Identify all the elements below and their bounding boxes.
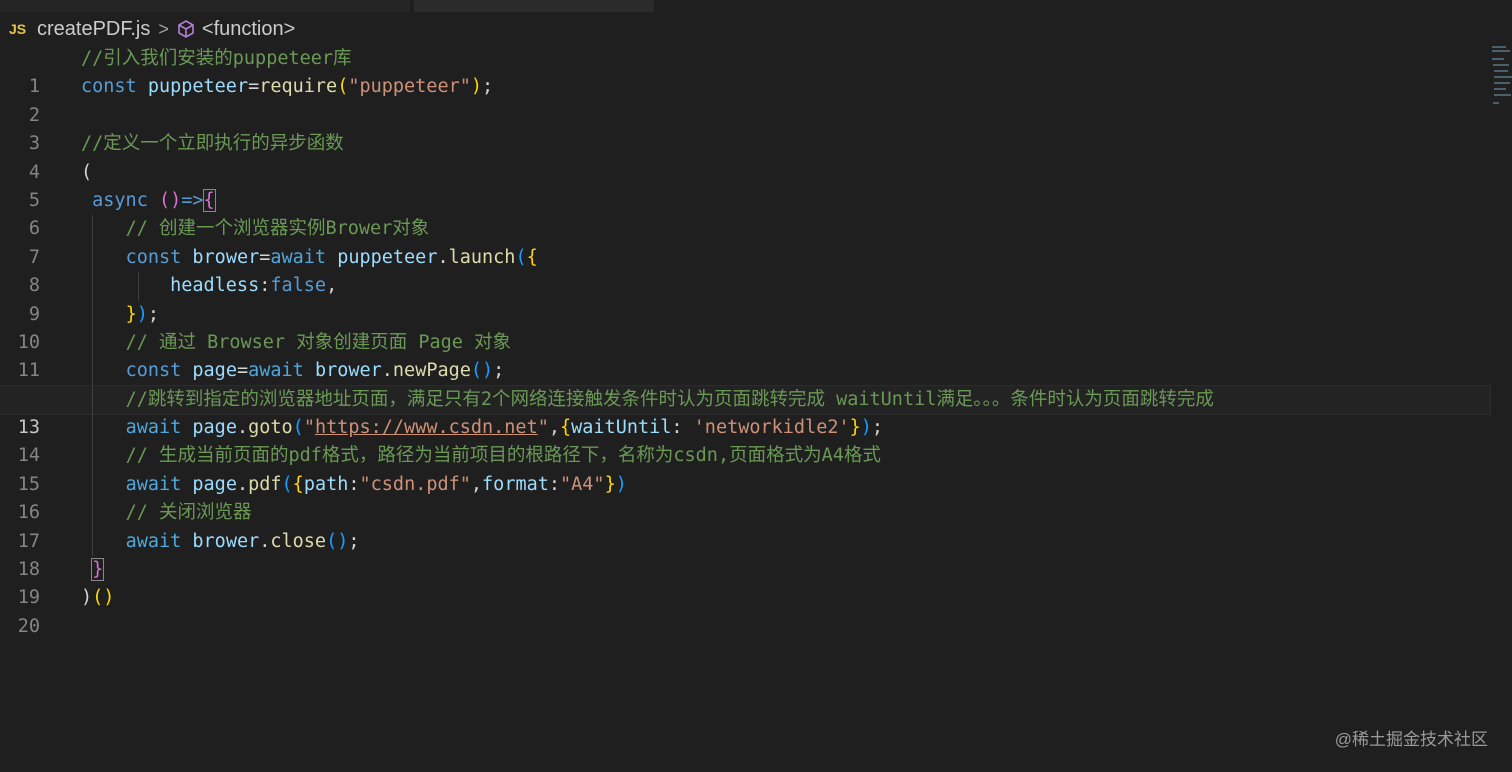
minimap-line <box>1494 88 1506 90</box>
keyword: async <box>92 189 148 211</box>
minimap-line <box>1494 94 1511 96</box>
breadcrumb-symbol[interactable]: <function> <box>202 18 295 41</box>
comment: // 创建一个浏览器实例Brower对象 <box>125 218 430 240</box>
tab-strip-segment <box>0 0 410 12</box>
code-line: 8 const brower=await puppeteer.launch({ <box>0 243 1490 296</box>
code-line: 12 const page=await brower.newPage(); <box>0 357 1490 410</box>
code-editor[interactable]: 1 //引入我们安装的puppeteer库 2 const puppeteer=… <box>0 45 1491 637</box>
breadcrumb: JS createPDF.js > <function> <box>0 14 700 44</box>
minimap-line <box>1492 50 1510 52</box>
code-line: 11 // 通过 Browser 对象创建页面 Page 对象 <box>0 328 1490 381</box>
code-line: 20 )() <box>0 584 1490 636</box>
minimap-line <box>1494 82 1510 84</box>
keyword: const <box>81 76 137 98</box>
code-line: 15 // 生成当前页面的pdf格式，路径为当前项目的根路径下，名称为csdn,… <box>0 442 1490 495</box>
minimap-line <box>1492 46 1506 48</box>
code-line: 7 // 创建一个浏览器实例Brower对象 <box>0 215 1490 268</box>
arrow-operator: => <box>181 189 204 211</box>
minimap-line <box>1494 76 1512 78</box>
minimap-line <box>1493 102 1499 104</box>
minimap-line <box>1492 58 1504 60</box>
code-line: 17 // 关闭浏览器 <box>0 499 1490 552</box>
code-line: 9 headless:false, <box>0 272 1490 325</box>
minimap-line <box>1493 64 1509 66</box>
code-line: 2 const puppeteer=require("puppeteer"); <box>0 73 1490 125</box>
comment: //引入我们安装的puppeteer库 <box>81 48 352 69</box>
javascript-file-icon: JS <box>9 21 27 37</box>
line-number: 20 <box>17 615 40 637</box>
symbol-function-icon <box>176 19 196 39</box>
code-line: 3 <box>0 102 1490 154</box>
code-line: 10 }); <box>0 300 1490 353</box>
minimap-line <box>1494 70 1508 72</box>
code-line: 14 await page.goto("https://www.csdn.net… <box>0 414 1490 466</box>
minimap[interactable] <box>1488 44 1512 110</box>
string-literal: "puppeteer" <box>348 76 471 98</box>
code-line: 18 await brower.close(); <box>0 527 1490 580</box>
code-line: 6 async ()=>{ <box>0 187 1490 239</box>
tab-strip-segment <box>414 0 654 12</box>
editor-tab-strip <box>0 0 1512 12</box>
code-line: 4 //定义一个立即执行的异步函数 <box>0 130 1490 182</box>
breadcrumb-file[interactable]: createPDF.js <box>37 18 150 41</box>
url-link[interactable]: https://www.csdn.net <box>315 417 538 438</box>
comment: // 关闭浏览器 <box>125 502 252 524</box>
code-line: 5 ( <box>0 159 1490 211</box>
watermark: @稀土掘金技术社区 <box>1334 730 1488 749</box>
code-line: 19 } <box>0 556 1490 608</box>
code-line: 16 await page.pdf({path:"csdn.pdf",forma… <box>0 470 1490 523</box>
function-name: require <box>259 76 338 98</box>
comment: // 通过 Browser 对象创建页面 Page 对象 <box>125 331 512 353</box>
comment: //定义一个立即执行的异步函数 <box>81 133 344 155</box>
identifier: puppeteer <box>147 76 249 98</box>
comment: //跳转到指定的浏览器地址页面，满足只有2个网络连接触发条件时认为页面跳转完成 … <box>125 388 1214 410</box>
comment: // 生成当前页面的pdf格式，路径为当前项目的根路径下，名称为csdn,页面格… <box>125 445 881 467</box>
code-line-current: 13 //跳转到指定的浏览器地址页面，满足只有2个网络连接触发条件时认为页面跳转… <box>0 384 1491 438</box>
chevron-right-icon: > <box>158 18 169 39</box>
code-line: 1 //引入我们安装的puppeteer库 <box>0 45 1490 97</box>
